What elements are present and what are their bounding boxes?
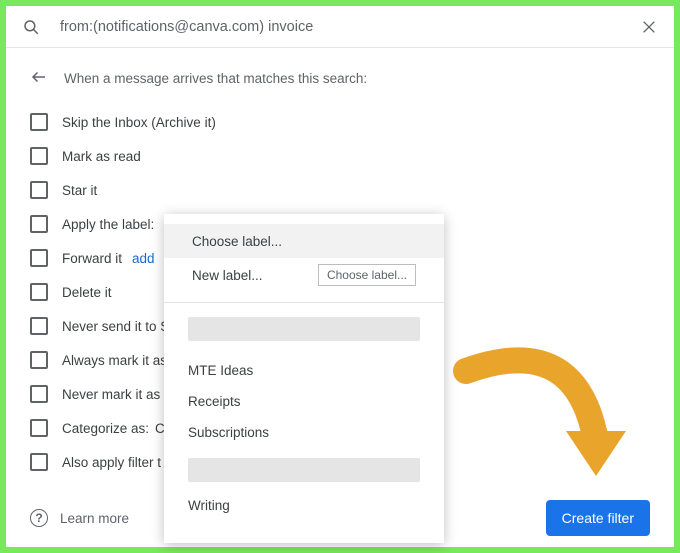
label-option-receipts[interactable]: Receipts (188, 386, 420, 417)
label-categorize: Categorize as: (62, 421, 149, 436)
label-mark-read: Mark as read (62, 149, 141, 164)
label-star-it: Star it (62, 183, 97, 198)
search-icon (20, 18, 42, 36)
checkbox-forward-it[interactable] (30, 249, 48, 267)
checkbox-star-it[interactable] (30, 181, 48, 199)
option-star-it[interactable]: Star it (30, 173, 650, 207)
help-icon: ? (30, 509, 48, 527)
checkbox-delete-it[interactable] (30, 283, 48, 301)
checkbox-never-important[interactable] (30, 385, 48, 403)
checkbox-mark-read[interactable] (30, 147, 48, 165)
choose-label-button[interactable]: Choose label... (318, 264, 416, 286)
learn-more-text: Learn more (60, 511, 129, 526)
label-also-apply: Also apply filter t (62, 455, 161, 470)
forward-add-link[interactable]: add (132, 251, 155, 266)
label-always-important: Always mark it as (62, 353, 167, 368)
filter-heading: When a message arrives that matches this… (64, 71, 367, 86)
dropdown-choose-label-text: Choose label... (192, 234, 282, 249)
checkbox-also-apply[interactable] (30, 453, 48, 471)
checkbox-categorize[interactable] (30, 419, 48, 437)
back-arrow-icon[interactable] (30, 68, 54, 89)
label-never-spam: Never send it to S (62, 319, 169, 334)
label-never-important: Never mark it as (62, 387, 160, 402)
checkbox-always-important[interactable] (30, 351, 48, 369)
dropdown-placeholder-top (188, 317, 420, 341)
checkbox-never-spam[interactable] (30, 317, 48, 335)
search-input[interactable] (60, 19, 638, 35)
checkbox-apply-label[interactable] (30, 215, 48, 233)
label-option-mte-ideas[interactable]: MTE Ideas (188, 355, 420, 386)
dropdown-new-label[interactable]: New label... Choose label... (164, 258, 444, 292)
learn-more-link[interactable]: ? Learn more (30, 509, 129, 527)
close-icon[interactable] (638, 19, 660, 35)
label-skip-inbox: Skip the Inbox (Archive it) (62, 115, 216, 130)
label-apply-label: Apply the label: (62, 217, 154, 232)
option-skip-inbox[interactable]: Skip the Inbox (Archive it) (30, 105, 650, 139)
label-forward-it: Forward it (62, 251, 122, 266)
label-delete-it: Delete it (62, 285, 112, 300)
dropdown-new-label-text: New label... (192, 268, 263, 283)
label-option-subscriptions[interactable]: Subscriptions (188, 417, 420, 448)
dropdown-placeholder-bottom (188, 458, 420, 482)
dropdown-choose-label[interactable]: Choose label... (164, 224, 444, 258)
checkbox-skip-inbox[interactable] (30, 113, 48, 131)
label-option-writing[interactable]: Writing (188, 490, 420, 521)
option-mark-read[interactable]: Mark as read (30, 139, 650, 173)
label-dropdown[interactable]: Choose label... New label... Choose labe… (164, 214, 444, 543)
create-filter-button[interactable]: Create filter (546, 500, 650, 536)
